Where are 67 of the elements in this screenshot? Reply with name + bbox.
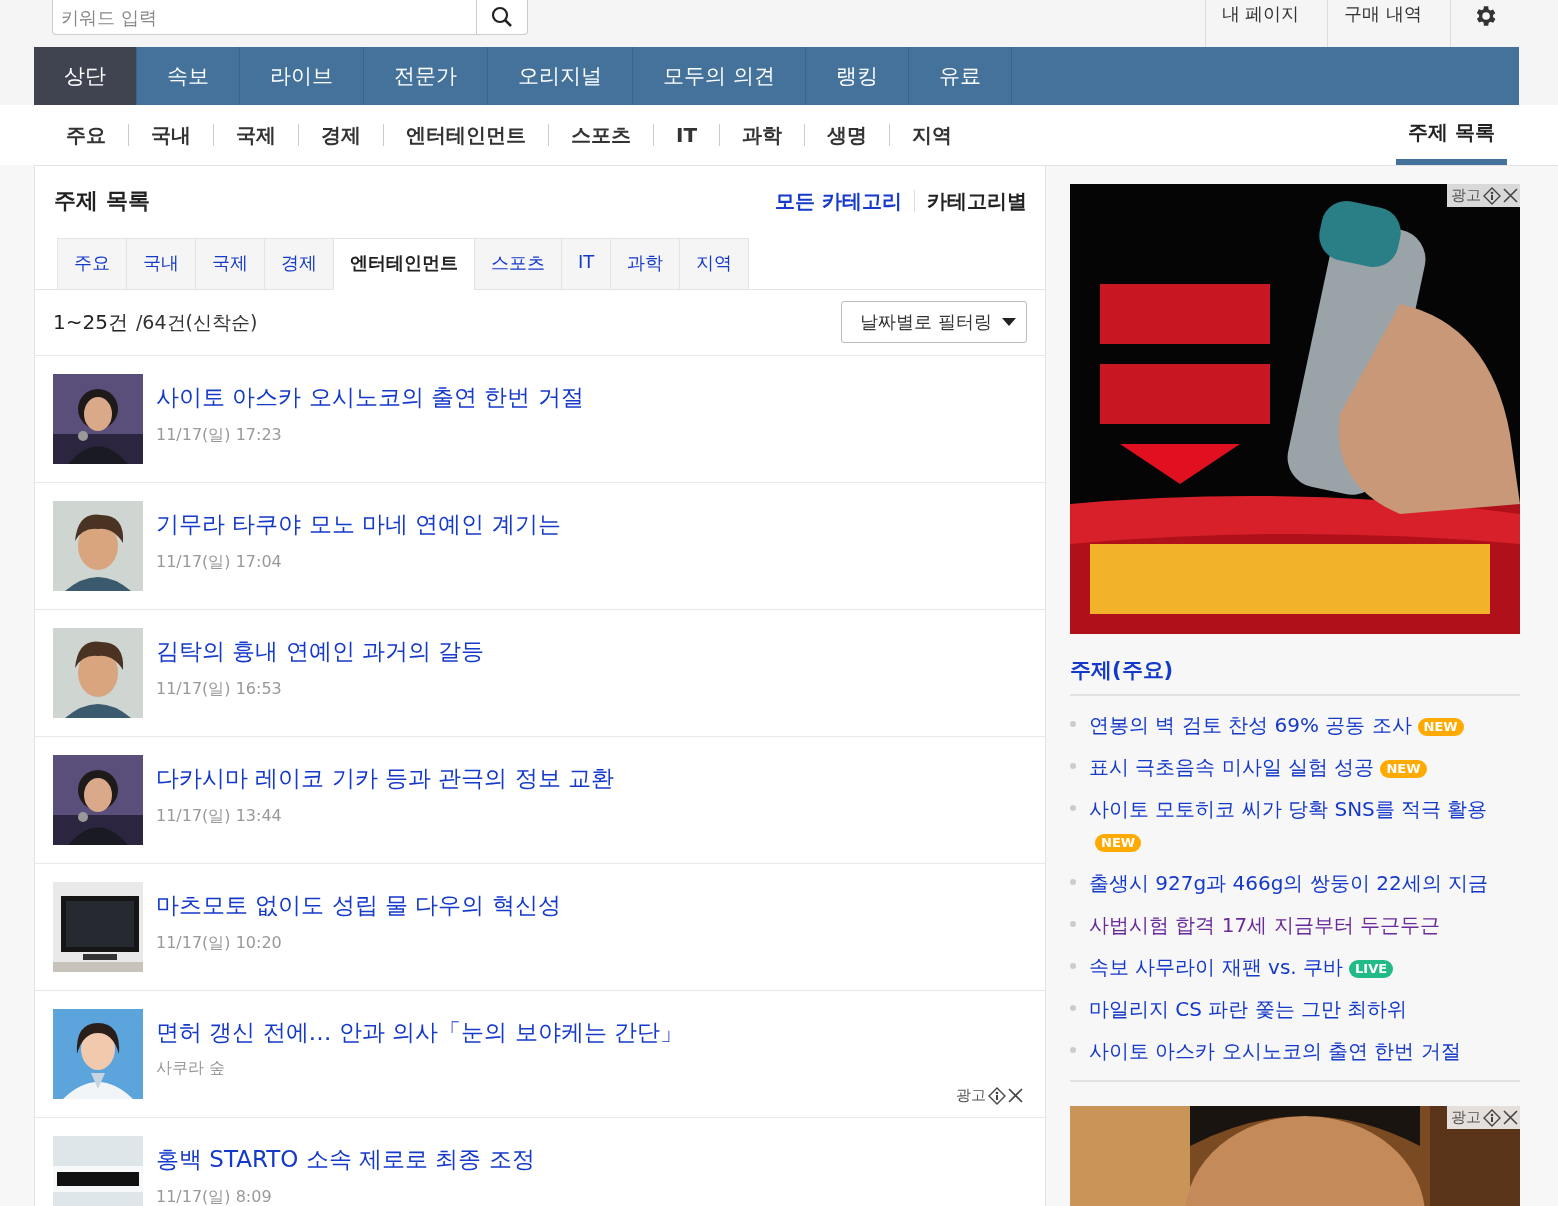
category-link[interactable]: 스포츠 [571,121,631,149]
info-icon[interactable] [1483,186,1501,205]
category-link[interactable]: IT [676,123,698,147]
category-link[interactable]: 경제 [321,121,361,149]
category-link[interactable]: 국제 [236,121,276,149]
article-date: 11/17(일) 13:44 [156,806,283,827]
article-link[interactable]: 마츠모토 없이도 성립 물 다우의 혁신성 [156,890,561,921]
ad-label: 광고 [1451,1108,1481,1127]
date-filter-dropdown[interactable]: 날짜별로 필터링 [841,301,1027,343]
category-tab[interactable]: 지역 [679,238,750,290]
status-badge: NEW [1417,717,1464,736]
result-total: /64건(신착순) [135,309,258,335]
article-link[interactable]: 기무라 타쿠야 모노 마네 연예인 계기는 [156,509,561,540]
ad-label: 광고 [956,1086,986,1105]
info-icon[interactable] [988,1086,1006,1105]
article-date: 11/17(일) 17:04 [156,552,283,573]
topic-link[interactable]: 마일리지 CS 파란 쫓는 그만 최하위 [1089,997,1408,1021]
category-link[interactable]: 주요 [66,121,106,149]
category-tab[interactable]: 주요 [57,238,126,290]
category-tab[interactable]: 엔터테인먼트 [333,238,474,290]
category-link[interactable]: 생명 [827,121,868,149]
section-title: 주제 목록 [54,187,150,215]
result-range: 1~25건 [53,308,128,336]
article-link[interactable]: 홍백 STARTO 소속 제로로 최종 조정 [156,1144,535,1175]
close-icon[interactable] [1008,1088,1023,1103]
article-link[interactable]: 사이토 아스카 오시노코의 출연 한번 거절 [156,382,584,413]
caret-icon [1002,317,1016,327]
status-badge: LIVE [1349,959,1394,978]
search-icon [491,6,513,28]
close-icon[interactable] [1503,188,1518,203]
article-date: 11/17(일) 10:20 [156,933,283,954]
article-date: 11/17(일) 8:09 [156,1187,273,1206]
status-badge: NEW [1380,759,1427,778]
category-tab[interactable]: 스포츠 [474,238,561,290]
category-link[interactable]: 지역 [912,121,953,149]
info-icon[interactable] [1483,1108,1501,1127]
article-date: 11/17(일) 17:23 [156,425,283,446]
article-link[interactable]: 김탁의 흉내 연예인 과거의 갈등 [156,636,485,667]
category-tab[interactable]: 과학 [610,238,680,290]
topic-link[interactable]: 표시 극초음속 미사일 실험 성공 [1089,755,1375,779]
category-link[interactable]: 과학 [742,121,783,149]
category-tab[interactable]: 국내 [126,238,195,290]
article-link[interactable]: 면허 갱신 전에… 안과 의사「눈의 보야케는 간단」 [156,1017,683,1048]
category-mode-link[interactable]: 모든 카테고리 [775,187,902,215]
sponsor-name: 사쿠라 숲 [156,1058,227,1079]
ranking-title: 주제(주요) [1070,656,1520,696]
nav-tab[interactable]: 상단 [34,47,137,105]
category-tab[interactable]: IT [561,238,611,290]
topic-link[interactable]: 사이토 아스카 오시노코의 출연 한번 거절 [1089,1039,1461,1063]
article-date: 11/17(일) 16:53 [156,679,283,700]
topic-link[interactable]: 연봉의 벽 검토 찬성 69% 공동 조사 [1089,713,1412,737]
category-link[interactable]: 국내 [151,121,191,149]
topic-link[interactable]: 출생시 927g과 466g의 쌍둥이 22세의 지금 [1089,871,1488,895]
category-link[interactable]: 엔터테인먼트 [406,121,526,149]
ad-label: 광고 [1451,186,1481,205]
topic-link[interactable]: 사이토 모토히코 씨가 당확 SNS를 적극 활용 [1089,797,1488,821]
topic-link[interactable]: 사법시험 합격 17세 지금부터 두근두근 [1089,913,1440,937]
category-tab[interactable]: 국제 [195,238,264,290]
category-mode-link[interactable]: 카테고리별 [927,187,1027,215]
status-badge: NEW [1095,833,1142,852]
search-button[interactable] [476,0,528,35]
topic-link[interactable]: 속보 사무라이 재팬 vs. 쿠바 [1089,955,1344,979]
category-tab[interactable]: 경제 [264,238,333,290]
close-icon[interactable] [1503,1110,1518,1125]
article-link[interactable]: 다카시마 레이코 기카 등과 관극의 정보 교환 [156,763,614,794]
topic-list-tab[interactable]: 주제 목록 [1396,105,1507,165]
search-field[interactable]: 키워드 입력 [52,0,476,35]
